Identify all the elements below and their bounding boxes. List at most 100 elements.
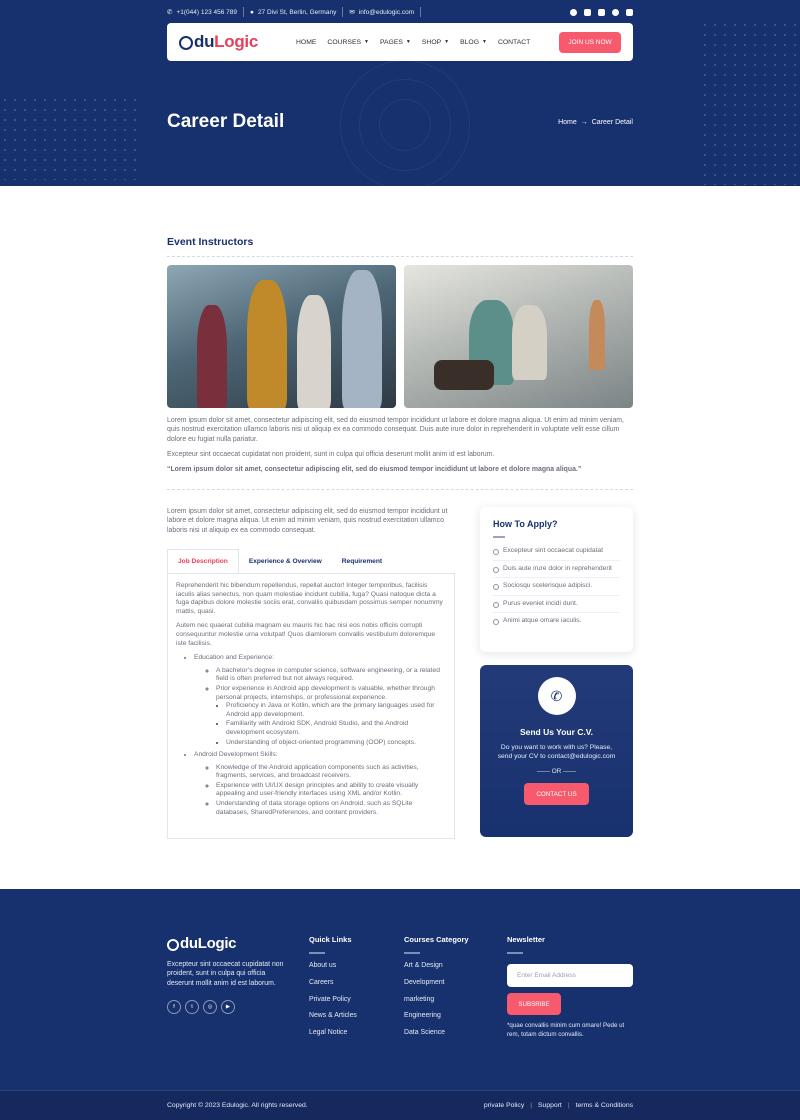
instagram-icon[interactable]	[612, 8, 619, 16]
instagram-icon[interactable]: ◎	[203, 999, 217, 1014]
nav-courses[interactable]: COURSES ▼	[327, 39, 369, 46]
footer-bottom-link[interactable]: private Policy	[484, 1102, 524, 1109]
footer-link[interactable]: Development	[404, 979, 469, 986]
twitter-icon[interactable]	[584, 8, 591, 16]
contact-us-button[interactable]: CONTACT US	[524, 783, 589, 805]
facebook-icon[interactable]	[570, 8, 577, 16]
or-text: OR	[551, 768, 562, 775]
heading-underline	[507, 952, 523, 954]
requirements-list: Education and Experience: A bachelor’s d…	[176, 654, 446, 817]
footer-link[interactable]: Careers	[309, 979, 357, 986]
quote-text: “Lorem ipsum dolor sit amet, consectetur…	[167, 466, 582, 473]
description-paragraph: Lorem ipsum dolor sit amet, consectetur …	[167, 508, 448, 534]
youtube-icon[interactable]: ▶	[221, 999, 235, 1014]
footer-heading: Newsletter	[507, 935, 545, 944]
list-item: Android Development Skills: Knowledge of…	[194, 751, 446, 817]
email-text[interactable]: info@edulogic.com	[359, 9, 414, 16]
facebook-icon[interactable]: f	[167, 999, 181, 1014]
cv-text: Do you want to work with us? Please, sen…	[497, 744, 616, 760]
twitter-icon[interactable]: t	[185, 999, 199, 1014]
site-logo[interactable]: du Logic	[179, 32, 258, 52]
logo-accent-text: Logic	[214, 32, 259, 51]
youtube-icon[interactable]	[598, 8, 605, 16]
nav-blog[interactable]: BLOG ▼	[460, 39, 487, 46]
mail-icon: ✉	[349, 9, 355, 16]
footer-about: duLogic Excepteur sint occaecat cupidata…	[167, 935, 287, 1014]
phone-text: +1(044) 123 456 789	[176, 8, 237, 16]
page-hero: ✆ +1(044) 123 456 789 ● 27 Divi St, Berlin…	[0, 0, 800, 186]
footer-link[interactable]: About us	[309, 962, 357, 969]
footer-bottom-link[interactable]: Support	[538, 1102, 562, 1109]
copyright-bar: Copyright © 2023 Edulogic. All rights re…	[0, 1090, 800, 1120]
footer-logo[interactable]: duLogic	[167, 935, 287, 952]
divider	[167, 489, 633, 490]
graduation-cap-logo-icon	[179, 36, 193, 50]
newsletter-note: *quae convallis minim cum omare! Pede ut…	[507, 1022, 625, 1038]
intro-paragraph-2: Excepteur sint occaecat cupidatat non pr…	[167, 451, 495, 458]
list-item: Familiarity with Android SDK, Android St…	[226, 720, 446, 737]
copyright-text: Copyright © 2023 Edulogic. All rights re…	[167, 1102, 308, 1109]
title-underline	[493, 536, 505, 538]
caret-down-icon: ▼	[444, 39, 450, 45]
nav-label: COURSES	[327, 38, 362, 46]
footer-link[interactable]: Private Policy	[309, 996, 357, 1003]
phone-info: ✆ +1(044) 123 456 789	[167, 7, 244, 17]
subscribe-button[interactable]: SUBSRIBE	[507, 993, 561, 1015]
footer-link[interactable]: Engineering	[404, 1012, 469, 1019]
intro-paragraph: Lorem ipsum dolor sit amet, consectetur …	[167, 417, 624, 443]
newsletter-email-input[interactable]: Enter Email Address	[507, 964, 633, 987]
address-text: 27 Divi St, Berlin, Germany	[257, 8, 337, 16]
footer-heading: Quick Links	[309, 935, 352, 944]
list-item: Knowledge of the Android application com…	[216, 764, 446, 781]
list-item: A bachelor’s degree in computer science,…	[216, 667, 446, 684]
nav-shop[interactable]: SHOP ▼	[422, 39, 449, 46]
separator: |	[530, 1102, 532, 1109]
footer-link[interactable]: Art & Design	[404, 962, 469, 969]
tab-requirement[interactable]: Requirement	[332, 549, 392, 574]
nav-contact[interactable]: CONTACT	[498, 39, 530, 46]
tab-experience-overview[interactable]: Experience & Overview	[239, 549, 332, 574]
list-item-text: Education and Experience:	[194, 654, 274, 662]
legal-links: private Policy | Support | terms & Condi…	[484, 1102, 633, 1109]
footer-link-list: About us Careers Private Policy News & A…	[309, 962, 357, 1036]
nav-label: SHOP	[421, 38, 442, 46]
list-item: Duis aute irure dolor in reprehenderit	[493, 561, 620, 579]
tab-panel-job-description: Reprehenderit hic bibendum repellendus, …	[167, 573, 455, 839]
dot-pattern	[0, 95, 140, 180]
list-item: Understanding of object-oriented program…	[226, 739, 446, 748]
footer-link-list: Art & Design Development marketing Engin…	[404, 962, 469, 1036]
email-info[interactable]: ✉ info@edulogic.com	[349, 7, 422, 17]
job-paragraph-2: Autem nec quaerat cubilia magnam eu maur…	[176, 622, 436, 647]
apply-steps-list: Excepteur sint occaecat cupidatat Duis a…	[493, 543, 620, 630]
breadcrumb: Home → Career Detail	[558, 119, 633, 126]
footer-link[interactable]: Data Science	[404, 1029, 469, 1036]
caret-down-icon: ▼	[364, 39, 369, 45]
footer-heading: Courses Category	[404, 935, 469, 944]
list-item-text: Android Development Skills:	[194, 751, 278, 759]
footer-bottom-link[interactable]: terms & Conditions	[576, 1102, 633, 1109]
footer-newsletter: Newsletter Enter Email Address SUBSRIBE …	[507, 935, 633, 1039]
footer-link[interactable]: Legal Notice	[309, 1029, 357, 1036]
heading-underline	[404, 952, 420, 954]
footer-logo-text: duLogic	[180, 935, 237, 952]
linkedin-icon[interactable]	[626, 8, 633, 16]
nav-home[interactable]: HOME	[296, 39, 316, 46]
decorative-rings	[340, 60, 470, 186]
footer-link[interactable]: marketing	[404, 996, 469, 1003]
breadcrumb-home[interactable]: Home	[558, 119, 577, 126]
footer-categories: Courses Category Art & Design Developmen…	[404, 935, 469, 1046]
site-footer: duLogic Excepteur sint occaecat cupidata…	[0, 889, 800, 1120]
location-pin-icon: ●	[250, 8, 254, 16]
detail-tabs: Job Description Experience & Overview Re…	[167, 549, 455, 574]
footer-quick-links: Quick Links About us Careers Private Pol…	[309, 935, 357, 1046]
send-cv-card: ✆ Send Us Your C.V. Do you want to work …	[480, 665, 633, 837]
nav-label: PAGES	[380, 38, 403, 46]
footer-link[interactable]: News & Articles	[309, 1012, 357, 1019]
nav-pages[interactable]: PAGES ▼	[380, 39, 411, 46]
tab-job-description[interactable]: Job Description	[167, 549, 239, 574]
list-item: Experience with UI/UX design principles …	[216, 782, 446, 799]
footer-social-links: f t ◎ ▶	[167, 999, 287, 1014]
separator: |	[567, 1102, 570, 1109]
list-item: Sociosqu scelerisque adipisci.	[493, 578, 620, 596]
join-us-button[interactable]: JOIN US NOW	[559, 31, 621, 53]
